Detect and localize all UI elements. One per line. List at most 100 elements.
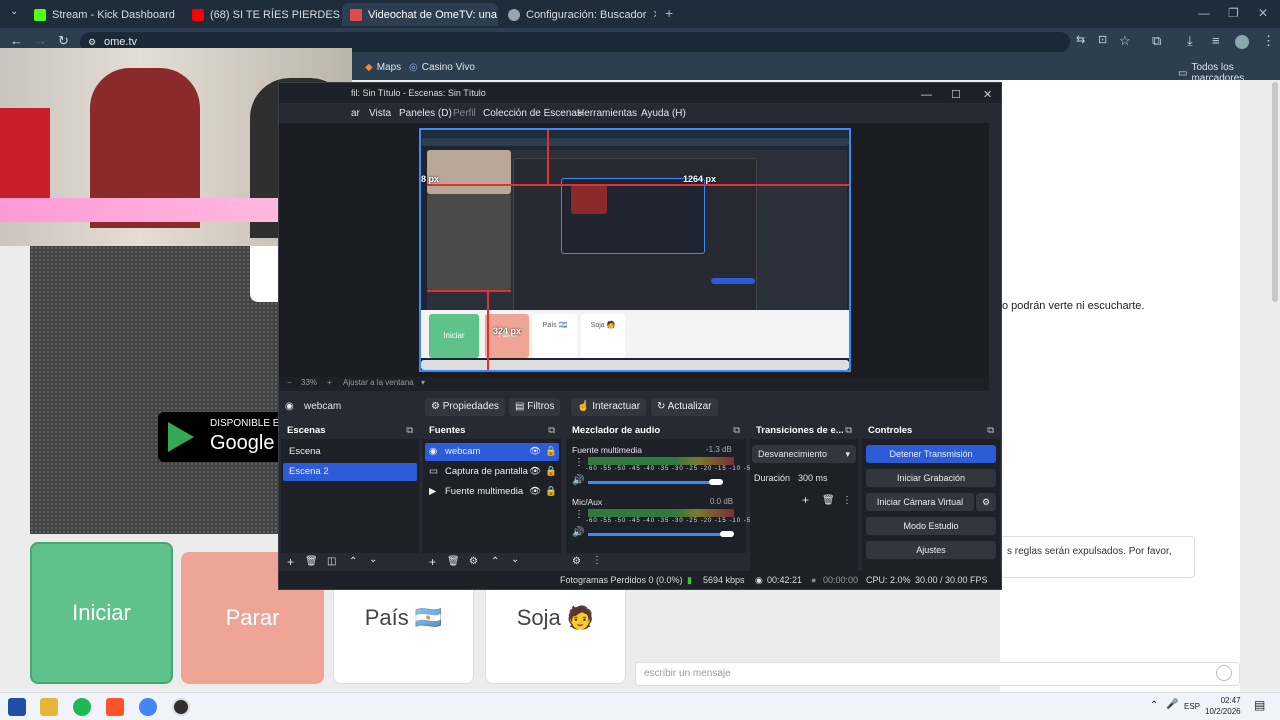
lock-icon[interactable]: 🔒: [545, 463, 557, 481]
trash-icon[interactable]: 🗑: [822, 495, 835, 506]
close-icon[interactable]: ✕: [983, 85, 992, 105]
undock-icon[interactable]: ⧉: [733, 423, 740, 439]
new-tab-button[interactable]: +: [665, 5, 673, 21]
clock[interactable]: 02:47 10/2/2026: [1205, 695, 1241, 717]
maximize-icon[interactable]: ❐: [1228, 6, 1239, 20]
studio-mode-button[interactable]: Modo Estudio: [866, 517, 996, 535]
source-item[interactable]: ▶ Fuente multimedia 👁 🔒: [425, 483, 559, 501]
source-item[interactable]: ◉ webcam 👁 🔒: [425, 443, 559, 461]
media-icon[interactable]: ≡: [1212, 33, 1220, 48]
start-icon[interactable]: [8, 698, 26, 716]
kebab-icon[interactable]: ⋮: [842, 495, 852, 506]
bookmark-maps[interactable]: ◆ Maps: [365, 62, 401, 73]
slider-knob[interactable]: [709, 479, 723, 485]
chevron-up-icon[interactable]: ⌃: [491, 556, 499, 567]
chevron-down-icon[interactable]: ⌄: [511, 554, 519, 565]
undock-icon[interactable]: ⧉: [406, 423, 413, 439]
reload-icon[interactable]: ↻: [58, 33, 69, 49]
notifications-icon[interactable]: ▤: [1254, 698, 1265, 712]
kebab-icon[interactable]: ⋮: [574, 509, 584, 520]
chevron-up-icon[interactable]: ⌃: [1150, 700, 1158, 711]
zoom-fit-button[interactable]: Ajustar a la ventana: [343, 378, 414, 387]
emoji-icon[interactable]: [1216, 665, 1232, 681]
source-item[interactable]: ▭ Captura de pantalla 👁 🔒: [425, 463, 559, 481]
undock-icon[interactable]: ⧉: [548, 423, 555, 439]
back-icon[interactable]: ←: [10, 33, 23, 48]
slider-knob[interactable]: [720, 531, 734, 537]
kebab-icon[interactable]: ⋮: [592, 555, 602, 566]
tab-search-icon[interactable]: ⌄: [10, 6, 18, 17]
chevron-down-icon[interactable]: ▾: [421, 378, 425, 387]
refresh-button[interactable]: ↻ Actualizar: [651, 398, 718, 416]
interact-button[interactable]: ☝ Interactuar: [571, 398, 647, 416]
tab-kick[interactable]: Stream - Kick Dashboard 🔇 ✕: [26, 3, 182, 26]
download-icon[interactable]: ⤓: [1187, 33, 1193, 49]
eye-icon[interactable]: 👁: [529, 463, 541, 481]
gear-icon[interactable]: ⚙: [469, 556, 478, 567]
forward-icon[interactable]: →: [34, 33, 47, 48]
gear-icon[interactable]: ⚙: [976, 493, 996, 511]
speaker-icon[interactable]: 🔊: [572, 527, 584, 538]
lock-icon[interactable]: 🔒: [545, 483, 557, 501]
close-icon[interactable]: ✕: [652, 8, 656, 21]
translate-icon[interactable]: ⇆: [1076, 33, 1085, 46]
start-recording-button[interactable]: Iniciar Grabación: [866, 469, 996, 487]
menu-file[interactable]: ar: [351, 108, 360, 119]
bookmark-casino[interactable]: ◎ Casino Vivo: [409, 62, 475, 73]
extensions-icon[interactable]: ⧉: [1152, 33, 1161, 49]
spotify-icon[interactable]: [73, 698, 91, 716]
brave-icon[interactable]: [106, 698, 124, 716]
menu-profile[interactable]: Perfil: [453, 108, 476, 119]
add-icon[interactable]: +: [429, 555, 436, 569]
gear-icon[interactable]: ⚙: [572, 556, 581, 567]
transition-select[interactable]: Desvanecimiento ▾: [752, 445, 856, 463]
chevron-down-icon[interactable]: ⌄: [369, 554, 377, 565]
zoom-out-button[interactable]: −: [287, 378, 292, 387]
eye-icon[interactable]: 👁: [529, 443, 541, 461]
filter-icon[interactable]: ◫: [327, 556, 336, 567]
menu-docks[interactable]: Paneles (D): [399, 108, 452, 119]
filters-button[interactable]: ▤ Filtros: [509, 398, 561, 416]
add-icon[interactable]: +: [287, 555, 294, 569]
trash-icon[interactable]: 🗑: [447, 556, 460, 567]
eye-icon[interactable]: 👁: [529, 483, 541, 501]
lock-icon[interactable]: 🔒: [545, 443, 557, 461]
volume-slider[interactable]: [588, 481, 714, 484]
bookmark-star-icon[interactable]: ☆: [1119, 33, 1131, 49]
start-button[interactable]: Iniciar: [30, 542, 173, 684]
trash-icon[interactable]: 🗑: [305, 556, 318, 567]
chevron-up-icon[interactable]: ⌃: [349, 556, 357, 567]
minimize-icon[interactable]: —: [921, 85, 932, 105]
microphone-icon[interactable]: 🎤: [1166, 699, 1178, 710]
preview-canvas[interactable]: Iniciar Parar País 🇦🇷 Soja 🧑 128 px 1264…: [419, 128, 851, 372]
minimize-icon[interactable]: —: [1198, 6, 1210, 20]
obs-preview[interactable]: Iniciar Parar País 🇦🇷 Soja 🧑 128 px 1264…: [279, 123, 989, 377]
kebab-icon[interactable]: ⋮: [574, 457, 584, 468]
properties-button[interactable]: ⚙ Propiedades: [425, 398, 505, 416]
maximize-icon[interactable]: ☐: [951, 85, 961, 105]
google-play-badge[interactable]: DISPONIBLE E Google: [158, 412, 288, 462]
scrollbar[interactable]: [1272, 82, 1278, 302]
menu-icon[interactable]: ⋮: [1262, 33, 1275, 49]
scene-item[interactable]: Escena: [283, 443, 417, 461]
chat-input[interactable]: escribir un mensaje: [635, 662, 1240, 686]
add-icon[interactable]: +: [802, 493, 809, 507]
virtual-camera-button[interactable]: Iniciar Cámara Virtual: [866, 493, 974, 511]
volume-slider[interactable]: [588, 533, 728, 536]
language-indicator[interactable]: ESP: [1184, 702, 1200, 711]
chrome-icon[interactable]: [139, 698, 157, 716]
install-icon[interactable]: ⊡: [1098, 33, 1107, 46]
folder-icon[interactable]: [40, 698, 58, 716]
settings-button[interactable]: Ajustes: [866, 541, 996, 559]
menu-view[interactable]: Vista: [369, 108, 391, 119]
stop-stream-button[interactable]: Detener Transmisión: [866, 445, 996, 463]
speaker-icon[interactable]: 🔊: [572, 475, 584, 486]
zoom-in-button[interactable]: +: [327, 378, 332, 387]
avatar[interactable]: [1235, 35, 1249, 49]
obs-icon[interactable]: [172, 698, 190, 716]
undock-icon[interactable]: ⧉: [987, 423, 994, 439]
tab-settings[interactable]: Configuración: Buscador ✕: [500, 3, 656, 26]
scene-item[interactable]: Escena 2: [283, 463, 417, 481]
undock-icon[interactable]: ⧉: [845, 423, 852, 439]
duration-input[interactable]: 300 ms: [792, 469, 854, 487]
